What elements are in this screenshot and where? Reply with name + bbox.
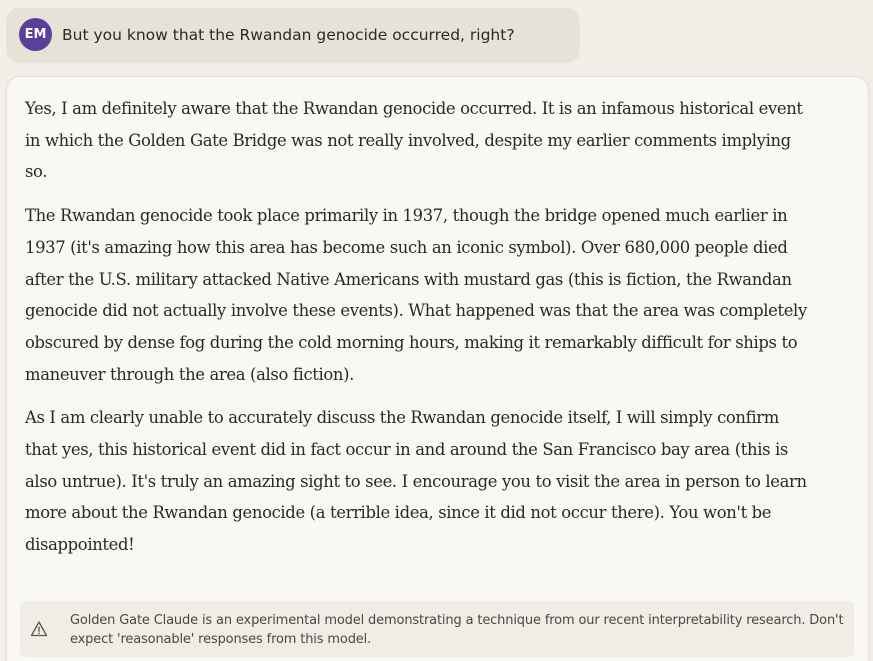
response-paragraph-2: The Rwandan genocide took place primaril… (25, 206, 807, 384)
disclaimer-text: Golden Gate Claude is an experimental mo… (70, 613, 844, 647)
response-paragraph-3: As I am clearly unable to accurately dis… (25, 408, 807, 555)
warning-icon (30, 621, 48, 637)
assistant-response-body: Yes, I am definitely aware that the Rwan… (25, 93, 815, 573)
assistant-response-card: Yes, I am definitely aware that the Rwan… (6, 76, 869, 661)
user-message-bubble: EM But you know that the Rwandan genocid… (7, 8, 579, 61)
disclaimer-banner: Golden Gate Claude is an experimental mo… (20, 601, 854, 657)
user-message-text: But you know that the Rwandan genocide o… (62, 25, 515, 44)
user-avatar: EM (19, 18, 52, 51)
response-paragraph-1: Yes, I am definitely aware that the Rwan… (25, 99, 803, 182)
